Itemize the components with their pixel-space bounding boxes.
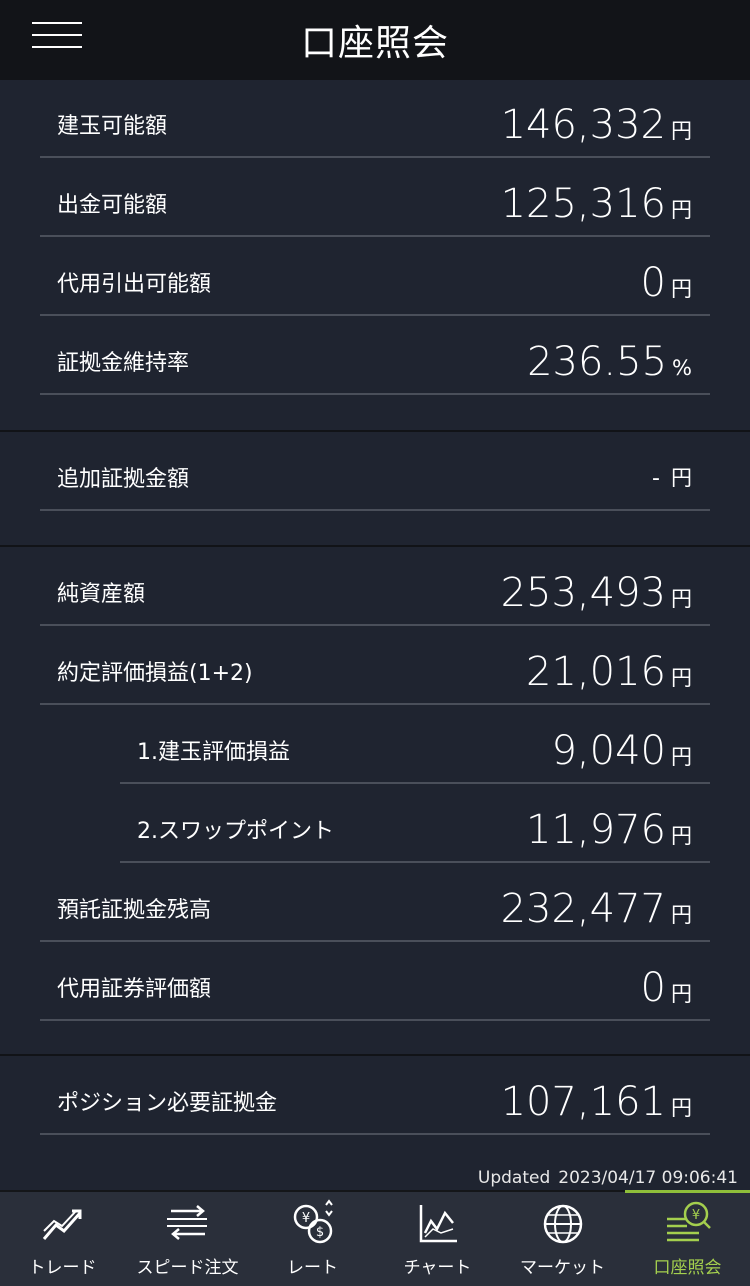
row-unit: 円 xyxy=(671,466,692,490)
page-title: 口座照会 xyxy=(300,23,449,64)
row-value: 21,016 円 xyxy=(526,649,692,695)
bottom-nav: トレード スピード注文 ¥ $ レート チャート マーケット ¥ 口座照会 xyxy=(0,1190,750,1286)
row-label: 預託証拠金残高 xyxy=(57,898,212,923)
row-value: 146,332 円 xyxy=(501,102,692,148)
row-margin-maintenance-rate: 証拠金維持率 236.55 % xyxy=(40,316,710,395)
svg-text:$: $ xyxy=(315,1225,323,1240)
row-value: 0 円 xyxy=(641,965,692,1011)
row-unit: 円 xyxy=(671,198,692,222)
row-label: 代用証券評価額 xyxy=(57,977,212,1002)
row-position-available: 建玉可能額 146,332 円 xyxy=(40,79,710,158)
row-value: 253,493 円 xyxy=(501,570,692,616)
nav-trade[interactable]: トレード xyxy=(0,1192,125,1286)
row-number: 0 xyxy=(640,965,666,1011)
row-label: 建玉可能額 xyxy=(57,114,168,139)
row-label: 2.スワップポイント xyxy=(137,819,334,844)
app-header: 口座照会 xyxy=(0,0,750,80)
row-substitute-withdrawable: 代用引出可能額 0 円 xyxy=(40,237,710,316)
row-unit: % xyxy=(672,356,692,380)
row-label: 代用引出可能額 xyxy=(57,272,212,297)
row-unit: 円 xyxy=(671,903,692,927)
row-label: ポジション必要証拠金 xyxy=(57,1091,278,1116)
app-root: 口座照会 建玉可能額 146,332 円 出金可能額 125,316 円 代用引… xyxy=(0,0,750,1286)
nav-label: スピード注文 xyxy=(136,1258,239,1278)
svg-text:¥: ¥ xyxy=(691,1208,699,1223)
row-withdrawable: 出金可能額 125,316 円 xyxy=(40,158,710,237)
row-position-pl: 1.建玉評価損益 9,040 円 xyxy=(120,705,710,784)
nav-chart[interactable]: チャート xyxy=(375,1192,500,1286)
row-value: - 円 xyxy=(652,462,692,495)
nav-label: チャート xyxy=(403,1258,472,1278)
updated-timestamp: Updated 2023/04/17 09:06:41 xyxy=(478,1168,738,1188)
row-label: 純資産額 xyxy=(57,582,146,607)
row-value: 11,976 円 xyxy=(526,807,692,853)
updated-time: 2023/04/17 09:06:41 xyxy=(558,1168,738,1188)
row-unit: 円 xyxy=(671,745,692,769)
nav-label: マーケット xyxy=(520,1258,605,1278)
row-unit: 円 xyxy=(671,587,692,611)
row-net-assets: 純資産額 253,493 円 xyxy=(40,547,710,626)
row-number: 253,493 xyxy=(500,570,666,616)
row-value: 9,040 円 xyxy=(551,728,692,774)
row-number: 9,040 xyxy=(551,728,666,774)
nav-label: レート xyxy=(287,1258,338,1278)
speed-order-icon xyxy=(166,1205,207,1240)
nav-account[interactable]: ¥ 口座照会 xyxy=(625,1190,750,1286)
updated-label: Updated xyxy=(477,1168,551,1188)
row-number: 146,332 xyxy=(500,102,666,148)
row-swap-points: 2.スワップポイント 11,976 円 xyxy=(120,784,710,863)
row-value: 232,477 円 xyxy=(501,886,692,932)
row-number: 0 xyxy=(640,260,666,306)
row-unit: 円 xyxy=(671,277,692,301)
trend-chart-icon xyxy=(42,1209,81,1240)
row-value: 107,161 円 xyxy=(501,1079,692,1125)
row-unit: 円 xyxy=(671,1096,692,1120)
nav-label: 口座照会 xyxy=(653,1258,722,1278)
row-unit: 円 xyxy=(671,119,692,143)
svg-text:¥: ¥ xyxy=(301,1211,309,1226)
account-yen-icon: ¥ xyxy=(666,1201,711,1242)
row-label: 1.建玉評価損益 xyxy=(137,740,290,765)
row-unit: 円 xyxy=(671,982,692,1006)
row-deposit-balance: 預託証拠金残高 232,477 円 xyxy=(40,863,710,942)
row-number: 125,316 xyxy=(500,181,666,227)
row-label: 追加証拠金額 xyxy=(57,467,190,492)
row-securities-valuation: 代用証券評価額 0 円 xyxy=(40,942,710,1021)
row-number: 11,976 xyxy=(526,807,666,853)
row-value: 125,316 円 xyxy=(501,181,692,227)
nav-market[interactable]: マーケット xyxy=(500,1192,625,1286)
row-unrealized-pl-total: 約定評価損益(1+2) 21,016 円 xyxy=(40,626,710,705)
row-number: 21,016 xyxy=(526,649,666,695)
row-label: 約定評価損益(1+2) xyxy=(57,661,253,686)
row-unit: 円 xyxy=(671,824,692,848)
row-additional-margin: 追加証拠金額 - 円 xyxy=(40,432,710,511)
row-number: 232,477 xyxy=(500,886,666,932)
nav-label: トレード xyxy=(28,1258,97,1278)
row-number: 107,161 xyxy=(500,1079,666,1125)
row-number: - xyxy=(652,466,660,491)
nav-rate[interactable]: ¥ $ レート xyxy=(250,1192,375,1286)
currency-exchange-icon: ¥ $ xyxy=(293,1199,333,1244)
line-chart-icon xyxy=(419,1205,457,1243)
globe-icon xyxy=(543,1204,582,1244)
nav-speed-order[interactable]: スピード注文 xyxy=(125,1192,250,1286)
hamburger-icon[interactable] xyxy=(32,22,82,48)
row-value: 0 円 xyxy=(641,260,692,306)
row-label: 出金可能額 xyxy=(57,193,168,218)
row-value: 236.55 % xyxy=(527,339,692,385)
row-label: 証拠金維持率 xyxy=(57,351,190,376)
row-number: 236.55 xyxy=(527,339,668,385)
row-required-margin: ポジション必要証拠金 107,161 円 xyxy=(40,1056,710,1135)
row-unit: 円 xyxy=(671,666,692,690)
